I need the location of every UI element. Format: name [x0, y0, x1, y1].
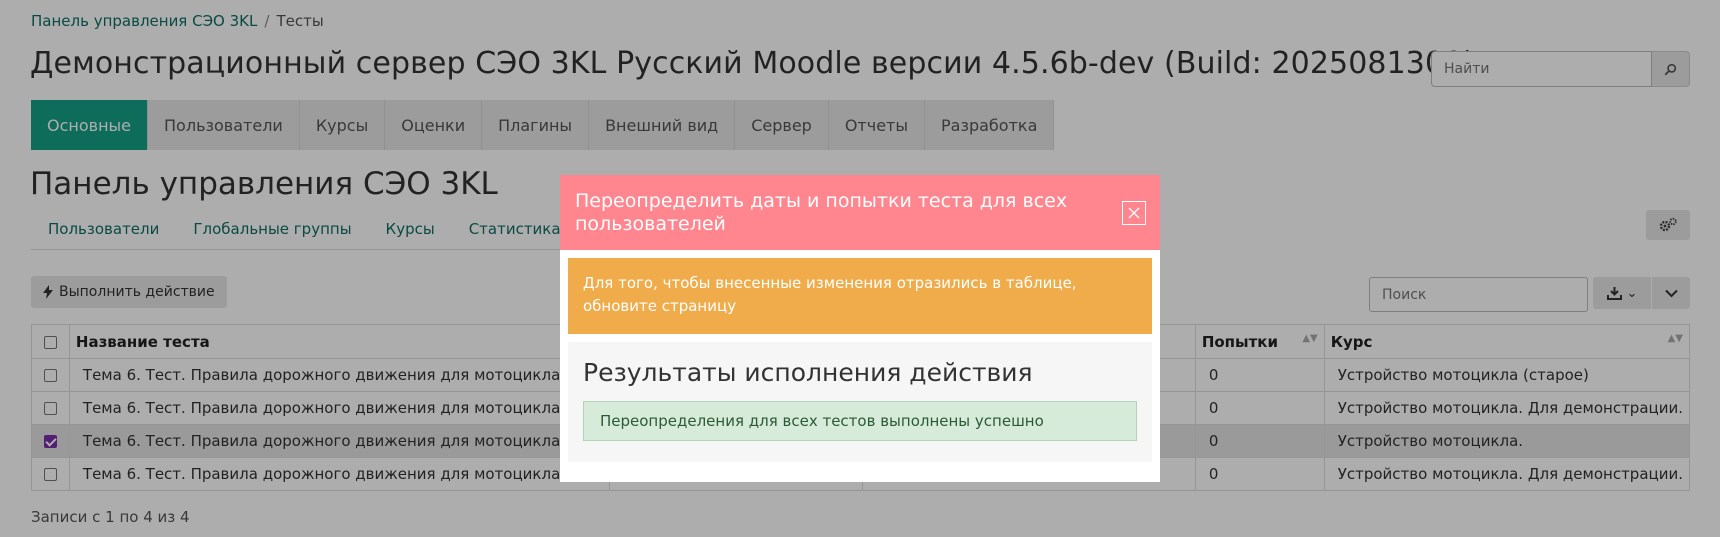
result-title: Результаты исполнения действия: [583, 358, 1033, 387]
success-message: Переопределения для всех тестов выполнен…: [583, 401, 1137, 441]
override-dialog: Переопределить даты и попытки теста для …: [560, 175, 1160, 482]
modal-title: Переопределить даты и попытки теста для …: [575, 190, 1068, 235]
close-icon: [1128, 207, 1140, 219]
modal-header: Переопределить даты и попытки теста для …: [560, 175, 1160, 250]
refresh-warning: Для того, чтобы внесенные изменения отра…: [568, 258, 1152, 334]
modal-body: Для того, чтобы внесенные изменения отра…: [560, 250, 1160, 470]
modal-close-button[interactable]: [1122, 201, 1146, 225]
result-area: Результаты исполнения действия Переопред…: [568, 342, 1152, 462]
